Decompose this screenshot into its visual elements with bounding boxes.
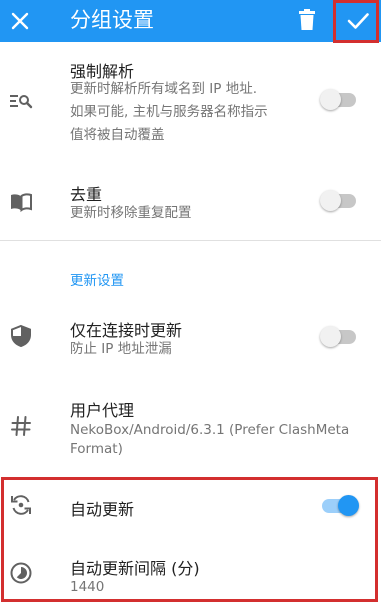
setting-dedupe[interactable]: 去重 更新时移除重复配置 [0, 162, 381, 240]
dns-search-icon [10, 95, 33, 109]
switch-thumb [320, 190, 341, 211]
setting-subtitle-line: 值将被自动覆盖 [70, 127, 165, 143]
setting-title: 去重 [70, 185, 103, 204]
setting-update-when-connected[interactable]: 仅在连接时更新 防止 IP 地址泄漏 [0, 302, 381, 380]
force-resolve-switch[interactable] [320, 85, 358, 113]
setting-subtitle-line: NekoBox/Android/6.3.1 (Prefer ClashMeta [70, 422, 350, 438]
divider [0, 240, 381, 241]
setting-subtitle-line: 更新时移除重复配置 [70, 205, 192, 221]
book-open-icon [11, 193, 32, 213]
auto-update-switch[interactable] [320, 491, 359, 519]
setting-subtitle-line: Format) [70, 441, 123, 457]
setting-title: 自动更新 [70, 500, 135, 519]
setting-title: 用户代理 [70, 401, 135, 420]
timelapse-icon [10, 562, 32, 584]
switch-thumb [320, 326, 341, 347]
section-header: 更新设置 [70, 273, 124, 289]
setting-subtitle-line: 防止 IP 地址泄漏 [70, 341, 172, 357]
setting-title: 仅在连接时更新 [70, 321, 183, 340]
switch-thumb [338, 495, 359, 516]
sync-icon [11, 495, 31, 515]
shield-icon [11, 324, 31, 348]
setting-subtitle-line: 更新时解析所有域名到 IP 地址. [70, 81, 257, 97]
app-bar: 分组设置 [0, 0, 381, 42]
check-icon[interactable] [344, 7, 372, 35]
delete-icon[interactable] [296, 8, 318, 32]
setting-title: 自动更新间隔 (分) [70, 559, 200, 578]
setting-force-resolve[interactable]: 强制解析 更新时解析所有域名到 IP 地址. 如果可能, 主机与服务器名称指示 … [0, 42, 381, 160]
hash-icon [11, 416, 31, 436]
page-title: 分组设置 [70, 8, 154, 32]
setting-auto-update[interactable]: 自动更新 [0, 478, 381, 538]
setting-subtitle-line: 如果可能, 主机与服务器名称指示 [70, 104, 268, 120]
update-when-connected-switch[interactable] [320, 322, 358, 350]
dedupe-switch[interactable] [320, 186, 358, 214]
setting-user-agent[interactable]: 用户代理 NekoBox/Android/6.3.1 (Prefer Clash… [0, 384, 381, 474]
setting-auto-update-interval[interactable]: 自动更新间隔 (分) 1440 [0, 540, 381, 602]
switch-thumb [320, 89, 341, 110]
setting-subtitle-line: 1440 [70, 579, 105, 595]
close-icon[interactable] [8, 9, 32, 33]
